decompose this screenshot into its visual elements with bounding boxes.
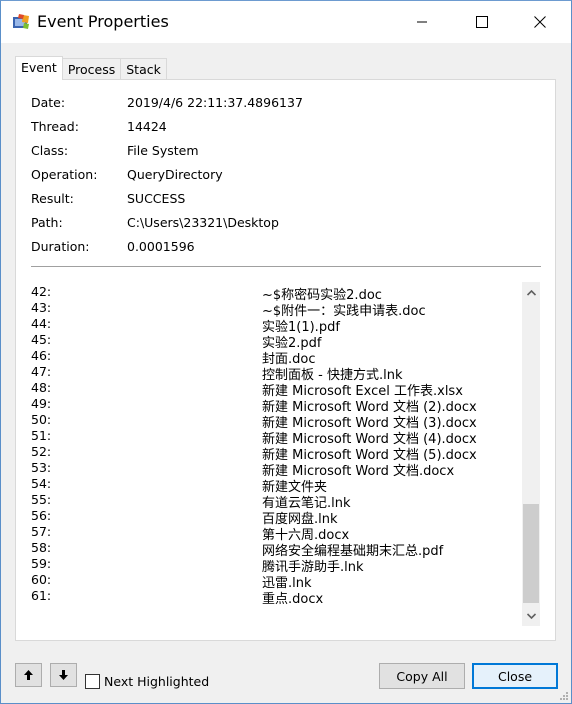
item-index: 52: bbox=[31, 444, 52, 459]
previous-event-button[interactable] bbox=[15, 663, 42, 687]
item-index: 60: bbox=[31, 572, 52, 587]
property-label: Date: bbox=[31, 95, 66, 110]
minimize-icon bbox=[417, 21, 427, 23]
scroll-up-button[interactable] bbox=[522, 284, 540, 301]
item-name: 重点.docx bbox=[262, 592, 324, 607]
item-index: 54: bbox=[31, 476, 52, 491]
item-index: 55: bbox=[31, 492, 52, 507]
item-index: 56: bbox=[31, 508, 52, 523]
query-results-list[interactable]: 42: ~$称密码实验2.doc 43: ~$附件一：实践申请表.doc 44: 实验… bbox=[16, 280, 542, 630]
separator bbox=[31, 266, 541, 268]
property-value: 0.0001596 bbox=[127, 239, 195, 254]
tab-event[interactable]: Event bbox=[15, 56, 63, 80]
next-highlighted-option[interactable]: Next Highlighted bbox=[85, 672, 209, 690]
property-label: Class: bbox=[31, 143, 69, 158]
item-index: 42: bbox=[31, 284, 52, 299]
item-index: 43: bbox=[31, 300, 52, 315]
event-tab-panel: Date: 2019/4/6 22:11:37.4896137 Thread: … bbox=[15, 79, 556, 641]
property-label: Result: bbox=[31, 191, 74, 206]
item-index: 61: bbox=[31, 588, 52, 603]
next-highlighted-checkbox[interactable] bbox=[85, 673, 100, 689]
item-index: 58: bbox=[31, 540, 52, 555]
item-index: 59: bbox=[31, 556, 52, 571]
property-label: Operation: bbox=[31, 167, 98, 182]
tab-stack[interactable]: Stack bbox=[120, 58, 167, 80]
arrow-down-icon bbox=[59, 670, 68, 680]
tab-strip: Event Process Stack bbox=[15, 56, 167, 80]
item-index: 50: bbox=[31, 412, 52, 427]
resize-grip-icon[interactable] bbox=[559, 691, 569, 701]
close-button[interactable]: Close bbox=[472, 663, 558, 689]
property-value: QueryDirectory bbox=[127, 167, 223, 182]
item-index: 45: bbox=[31, 332, 52, 347]
item-index: 46: bbox=[31, 348, 52, 363]
maximize-button[interactable] bbox=[459, 1, 505, 43]
property-label: Thread: bbox=[31, 119, 79, 134]
next-highlighted-label: Next Highlighted bbox=[104, 673, 210, 689]
item-index: 49: bbox=[31, 396, 52, 411]
minimize-button[interactable] bbox=[399, 1, 445, 43]
property-label: Path: bbox=[31, 215, 63, 230]
item-index: 48: bbox=[31, 380, 52, 395]
item-index: 47: bbox=[31, 364, 52, 379]
process-monitor-app-icon bbox=[13, 14, 29, 29]
item-index: 51: bbox=[31, 428, 52, 443]
arrow-up-icon bbox=[24, 670, 33, 680]
item-index: 57: bbox=[31, 524, 52, 539]
scroll-thumb[interactable] bbox=[523, 504, 539, 603]
item-index: 44: bbox=[31, 316, 52, 331]
chevron-up-icon bbox=[526, 289, 536, 296]
vertical-scrollbar[interactable] bbox=[522, 282, 540, 626]
event-properties-window: Event Properties Event Process Stack Dat… bbox=[0, 0, 572, 704]
property-value: 2019/4/6 22:11:37.4896137 bbox=[127, 95, 303, 110]
property-label: Duration: bbox=[31, 239, 90, 254]
property-value: 14424 bbox=[127, 119, 167, 134]
title-bar[interactable]: Event Properties bbox=[1, 1, 571, 43]
scroll-down-button[interactable] bbox=[522, 607, 540, 624]
tab-process[interactable]: Process bbox=[61, 58, 122, 80]
close-icon bbox=[534, 16, 546, 28]
item-index: 53: bbox=[31, 460, 52, 475]
chevron-down-icon bbox=[526, 612, 536, 619]
close-window-button[interactable] bbox=[517, 1, 563, 43]
window-title: Event Properties bbox=[37, 12, 169, 31]
property-value: File System bbox=[127, 143, 199, 158]
property-value: C:\Users\23321\Desktop bbox=[127, 215, 279, 230]
next-event-button[interactable] bbox=[50, 663, 77, 687]
copy-all-button[interactable]: Copy All bbox=[379, 663, 465, 689]
maximize-icon bbox=[476, 16, 488, 28]
property-value: SUCCESS bbox=[127, 191, 186, 206]
